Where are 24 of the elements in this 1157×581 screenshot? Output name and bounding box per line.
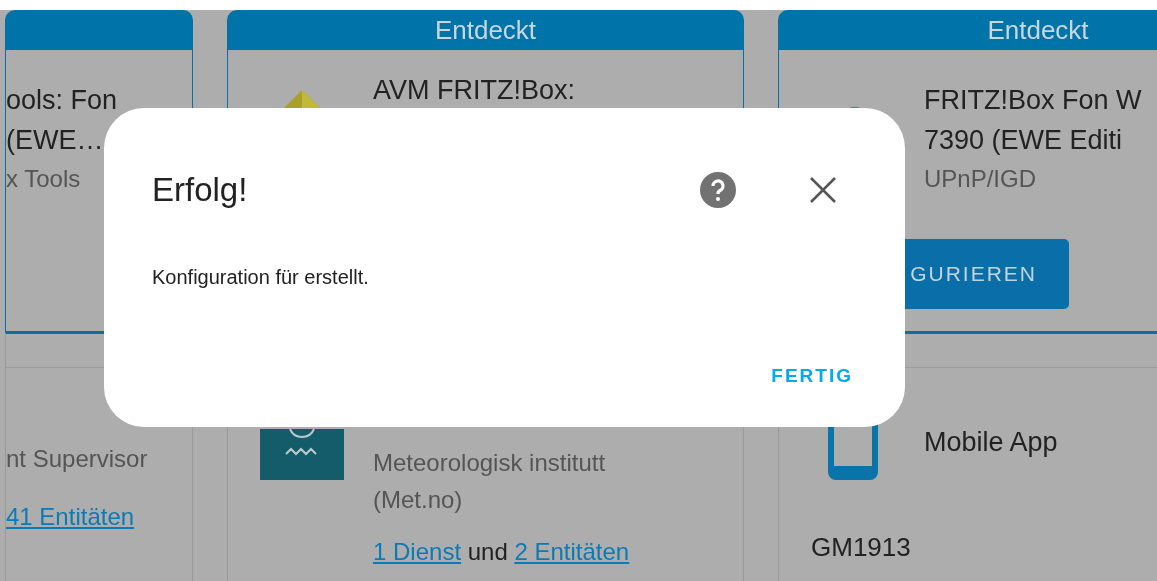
integration-subtitle: Meteorologisk institutt [373, 448, 607, 478]
entities-link[interactable]: 41 Entitäten [6, 503, 135, 530]
close-icon[interactable] [808, 175, 838, 205]
integration-title: AVM FRITZ!Box: [373, 74, 575, 107]
weather-icon [260, 429, 344, 480]
integration-subtitle: nt Supervisor [6, 444, 148, 474]
integration-subtitle: x Tools [6, 164, 82, 194]
integration-title: FRITZ!Box Fon W [924, 84, 1142, 117]
dialog-title: Erfolg! [152, 171, 249, 209]
entities-link[interactable]: 1 Dienst [373, 538, 462, 565]
device-name: GM1913 [811, 532, 912, 563]
integration-title: 7390 (EWE Editi [924, 124, 1124, 157]
header-label: Entdeckt [987, 14, 1089, 46]
conjunction-text: und [467, 538, 508, 565]
integration-subtitle: UPnP/IGD [924, 164, 1038, 194]
help-icon[interactable] [700, 172, 736, 208]
entities-link[interactable]: 2 Entitäten [514, 538, 630, 565]
integration-title: ools: Fon [6, 84, 118, 117]
dialog-message: Konfiguration für erstellt. [152, 266, 370, 289]
integration-title: (EWE… [6, 124, 105, 157]
done-button[interactable]: FERTIG [771, 359, 853, 393]
header-label: Entdeckt [434, 14, 537, 46]
integration-subtitle: (Met.no) [373, 485, 464, 515]
integration-title: Mobile App [924, 426, 1058, 459]
